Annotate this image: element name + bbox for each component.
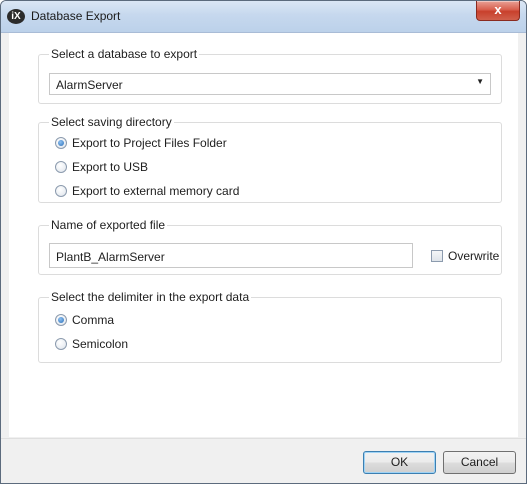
radio-label: Export to external memory card: [72, 184, 240, 198]
radio-label: Semicolon: [72, 337, 129, 351]
delimiter-group-label: Select the delimiter in the export data: [49, 290, 252, 304]
radio-button-checked[interactable]: [55, 137, 67, 149]
radio-button[interactable]: [55, 338, 67, 350]
cancel-button[interactable]: Cancel: [443, 451, 516, 474]
radio-button-checked[interactable]: [55, 314, 67, 326]
radio-label: Export to USB: [72, 160, 149, 174]
dialog-content: Select a database to export AlarmServer …: [9, 33, 518, 437]
window-title: Database Export: [31, 9, 121, 23]
radio-button[interactable]: [55, 161, 67, 173]
delimiter-group: Select the delimiter in the export data …: [38, 290, 502, 363]
database-group-label: Select a database to export: [49, 47, 200, 61]
radio-label: Comma: [72, 313, 115, 327]
close-button[interactable]: x: [476, 1, 520, 21]
database-select-value: AlarmServer: [56, 78, 123, 92]
title-bar[interactable]: iX Database Export x: [1, 1, 526, 33]
filename-input[interactable]: PlantB_AlarmServer: [49, 243, 413, 268]
dialog-window: iX Database Export x Select a database t…: [0, 0, 527, 484]
directory-group-label: Select saving directory: [49, 115, 174, 129]
filename-group: Name of exported file PlantB_AlarmServer…: [38, 218, 502, 275]
radio-label: Export to Project Files Folder: [72, 136, 227, 150]
ok-button[interactable]: OK: [363, 451, 436, 474]
directory-group: Select saving directory Export to Projec…: [38, 115, 502, 203]
chevron-down-icon: ▼: [476, 77, 484, 86]
database-group: Select a database to export AlarmServer …: [38, 47, 502, 104]
app-logo-icon: iX: [7, 9, 25, 24]
filename-group-label: Name of exported file: [49, 218, 168, 232]
dialog-footer: OK Cancel: [1, 438, 526, 483]
filename-value: PlantB_AlarmServer: [56, 250, 165, 264]
overwrite-label: Overwrite: [448, 249, 500, 263]
radio-button[interactable]: [55, 185, 67, 197]
database-select[interactable]: AlarmServer ▼: [49, 73, 491, 95]
overwrite-checkbox[interactable]: [431, 250, 443, 262]
